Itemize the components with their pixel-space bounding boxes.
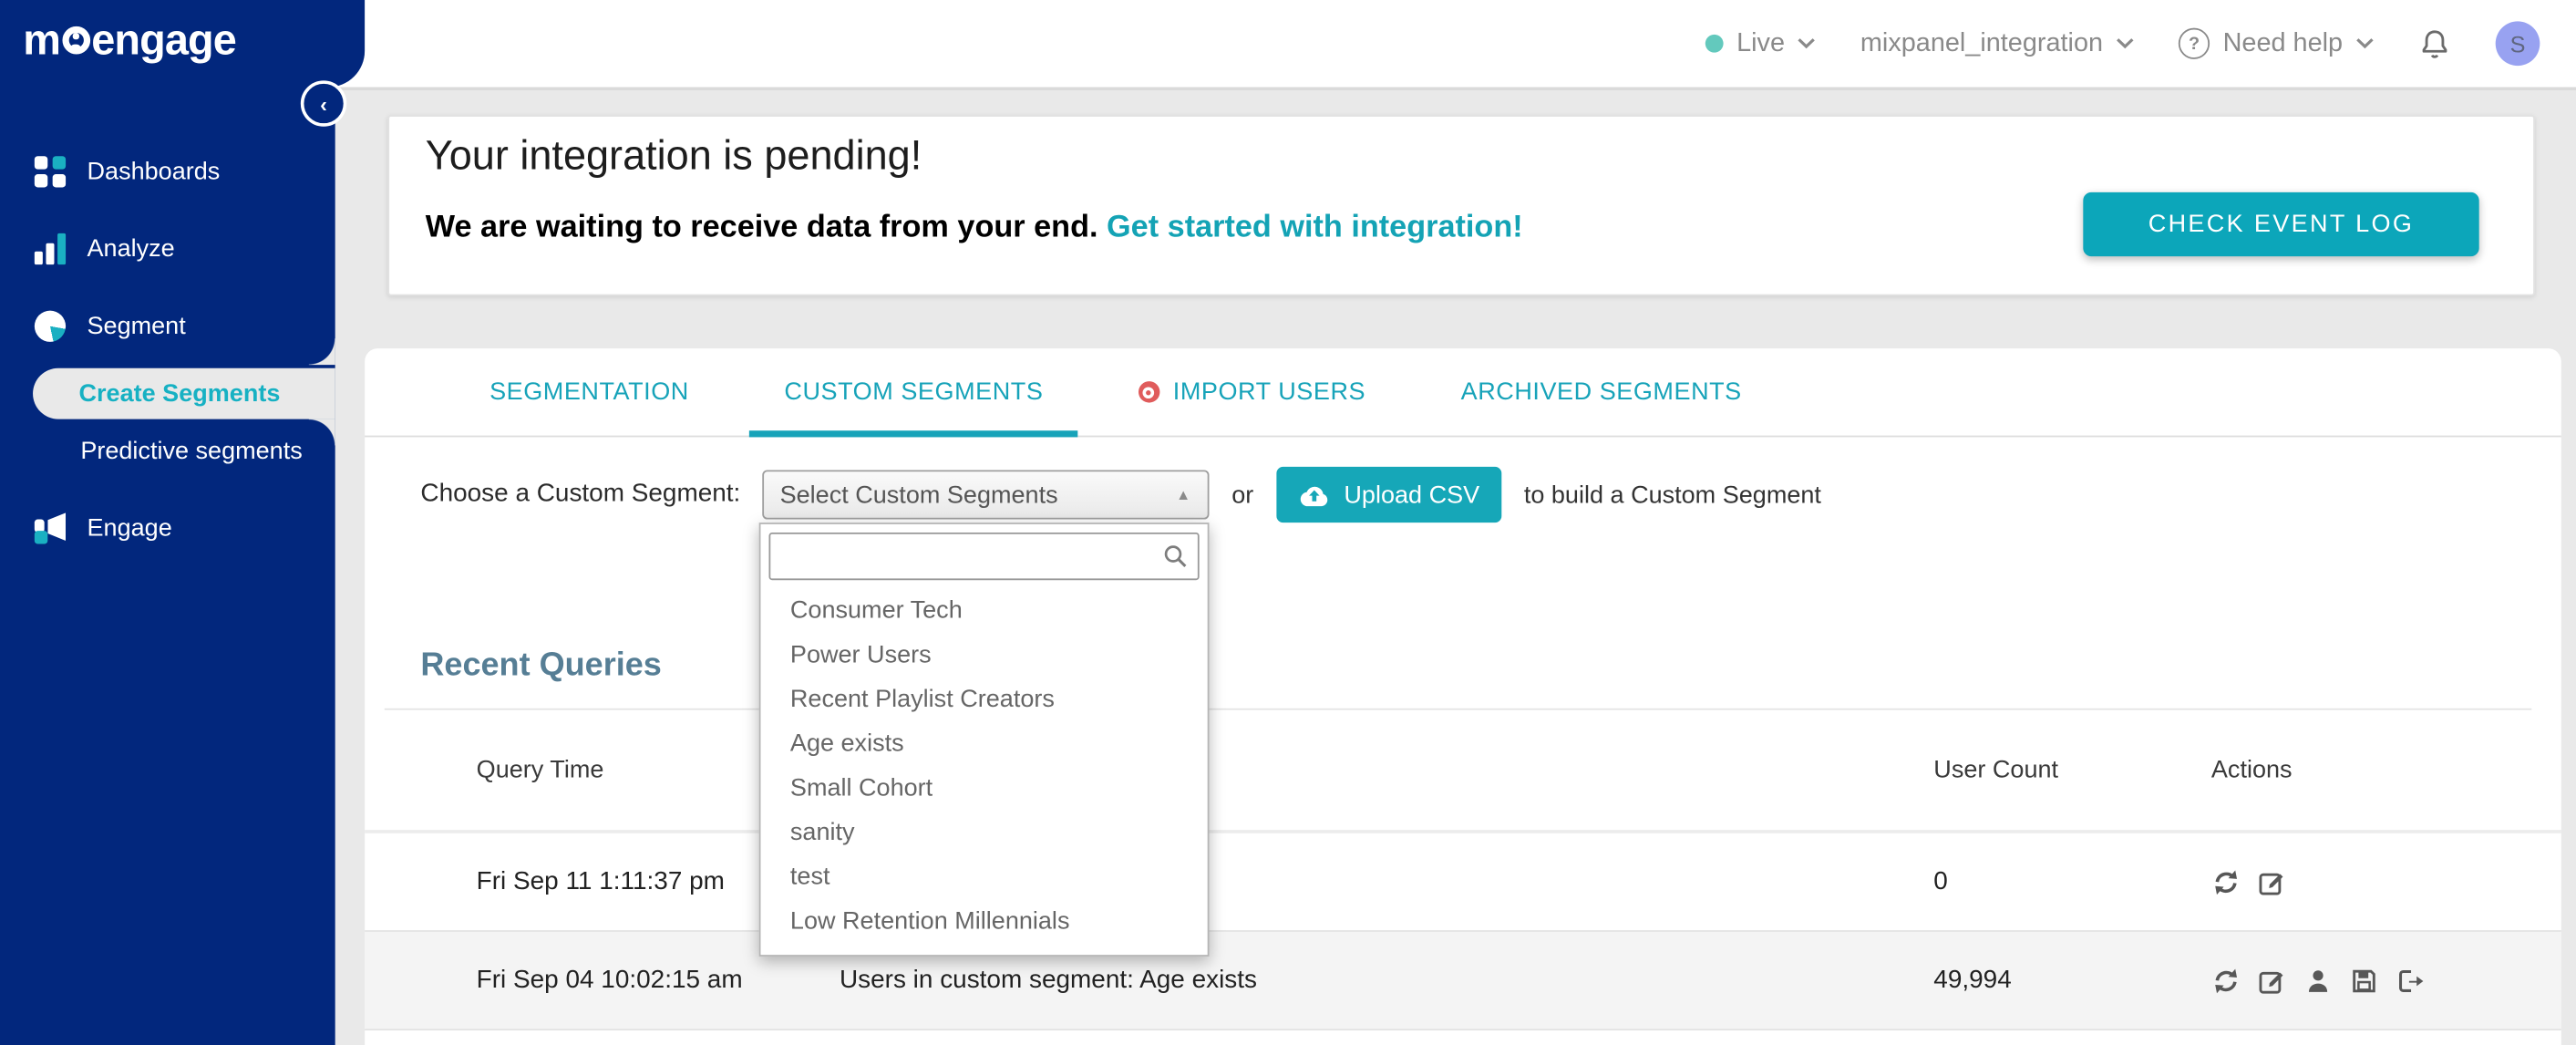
import-users-badge-icon — [1138, 381, 1160, 403]
select-value: Select Custom Segments — [779, 481, 1058, 509]
sidebar-item-engage[interactable]: Engage — [0, 490, 335, 567]
sidebar-curve-decoration — [308, 338, 335, 366]
custom-segments-select[interactable]: Select Custom Segments ▲ — [761, 470, 1209, 520]
sidebar-item-label: Segment — [87, 312, 186, 341]
dashboards-grid-icon — [34, 156, 66, 187]
edit-icon[interactable] — [2257, 867, 2286, 896]
app-root: Live mixpanel_integration ? Need help S — [0, 0, 2576, 1045]
dropdown-option[interactable]: Age exists — [760, 721, 1207, 766]
analyze-bars-icon — [34, 233, 66, 265]
query-time-cell: Fri Sep 04 10:02:15 am — [476, 965, 743, 994]
moengage-logo: m engage — [23, 15, 237, 65]
edit-icon[interactable] — [2257, 966, 2286, 995]
or-text: or — [1231, 481, 1254, 509]
refresh-icon[interactable] — [2211, 966, 2241, 995]
dropdown-option[interactable]: Recent Playlist Creators — [760, 678, 1207, 722]
table-header-row: Query Time User Count Actions — [365, 710, 2561, 833]
picker-suffix-text: to build a Custom Segment — [1523, 481, 1821, 509]
dropdown-option[interactable]: sanity — [760, 811, 1207, 855]
export-icon[interactable] — [2396, 966, 2425, 995]
dropdown-option[interactable]: Power Users — [760, 633, 1207, 678]
banner-title: Your integration is pending! — [425, 132, 922, 180]
check-event-log-button[interactable]: CHECK EVENT LOG — [2083, 191, 2479, 257]
tab-bar: SEGMENTATION CUSTOM SEGMENTS IMPORT USER… — [365, 348, 2561, 438]
workspace-switcher[interactable]: mixpanel_integration — [1860, 29, 2134, 58]
top-bar: Live mixpanel_integration ? Need help S — [0, 0, 2576, 91]
get-started-link[interactable]: Get started with integration! — [1107, 211, 1523, 245]
chevron-down-icon — [1798, 38, 1816, 49]
user-count-cell: 0 — [1933, 866, 1948, 895]
dropdown-search-input[interactable] — [768, 532, 1200, 581]
dropdown-option[interactable]: test — [760, 854, 1207, 899]
sidebar-item-label: Predictive segments — [80, 436, 303, 465]
sidebar-item-predictive-segments[interactable]: Predictive segments — [0, 419, 335, 481]
user-icon[interactable] — [2303, 966, 2333, 995]
sidebar-nav: Dashboards Analyze Segment Create Segmen… — [0, 133, 335, 567]
sidebar: m engage ‹ Dashboards Analyze Segment Cre… — [0, 0, 366, 1045]
refresh-icon[interactable] — [2211, 867, 2241, 896]
sidebar-item-analyze[interactable]: Analyze — [0, 211, 335, 288]
sidebar-item-create-segments[interactable]: Create Segments — [33, 367, 335, 419]
notifications-bell-icon[interactable] — [2418, 27, 2451, 60]
recent-queries-heading: Recent Queries — [420, 647, 662, 684]
custom-segment-picker-row: Choose a Custom Segment: Select Custom S… — [420, 466, 1821, 523]
integration-pending-banner: Your integration is pending! We are wait… — [387, 115, 2535, 296]
sidebar-item-label: Analyze — [87, 234, 175, 264]
help-menu[interactable]: ? Need help — [2178, 27, 2374, 59]
picker-label: Choose a Custom Segment: — [420, 480, 741, 508]
dropdown-options: Consumer Tech Power Users Recent Playlis… — [760, 588, 1207, 943]
sidebar-item-label: Dashboards — [87, 158, 221, 186]
user-avatar[interactable]: S — [2495, 21, 2540, 67]
sidebar-item-label: Engage — [87, 514, 172, 543]
cloud-upload-icon — [1300, 485, 1328, 506]
sidebar-collapse-button[interactable]: ‹ — [300, 80, 347, 127]
triangle-up-icon: ▲ — [1176, 486, 1191, 503]
save-icon[interactable] — [2349, 966, 2378, 995]
tab-segmentation[interactable]: SEGMENTATION — [455, 348, 723, 436]
segment-pie-icon — [34, 310, 67, 342]
query-cell: Users in custom segment: Age exists — [839, 965, 1258, 994]
upload-csv-button[interactable]: Upload CSV — [1276, 466, 1501, 523]
sidebar-item-label: Create Segments — [78, 379, 281, 408]
chevron-down-icon — [2117, 38, 2134, 49]
column-header-actions: Actions — [2210, 756, 2293, 784]
sidebar-curve-decoration — [308, 419, 335, 446]
tab-archived-segments[interactable]: ARCHIVED SEGMENTS — [1427, 348, 1777, 436]
question-circle-icon: ? — [2178, 27, 2210, 59]
recent-queries-table: Query Time User Count Actions Fri Sep 11… — [365, 710, 2561, 1031]
search-icon — [1164, 545, 1187, 567]
live-status-dot-icon — [1705, 34, 1724, 53]
banner-message: We are waiting to receive data from your… — [425, 210, 1523, 245]
sidebar-item-segment[interactable]: Segment — [0, 287, 335, 365]
tab-import-users[interactable]: IMPORT USERS — [1104, 348, 1400, 436]
dropdown-option[interactable]: Small Cohort — [760, 766, 1207, 811]
tab-custom-segments[interactable]: CUSTOM SEGMENTS — [749, 348, 1078, 438]
engage-megaphone-icon — [34, 512, 67, 544]
actions-cell — [2211, 867, 2561, 896]
user-count-cell: 49,994 — [1933, 965, 2012, 994]
chevron-down-icon — [2356, 38, 2374, 49]
actions-cell — [2211, 966, 2561, 995]
environment-label: Live — [1736, 28, 1786, 57]
dropdown-option[interactable]: Consumer Tech — [760, 588, 1207, 633]
custom-segments-dropdown: Consumer Tech Power Users Recent Playlis… — [758, 522, 1210, 957]
column-header-user-count: User Count — [1933, 756, 2059, 784]
workspace-name: mixpanel_integration — [1860, 28, 2104, 57]
table-row: Fri Sep 11 1:11:37 pm 0 — [365, 833, 2561, 932]
dropdown-option[interactable]: Low Retention Millennials — [760, 899, 1207, 944]
dropdown-search — [768, 532, 1200, 581]
environment-switcher[interactable]: Live — [1705, 29, 1816, 58]
avatar-initial: S — [2509, 30, 2526, 57]
logo-o-person-icon — [61, 26, 90, 55]
help-label: Need help — [2222, 28, 2344, 57]
main-panel: SEGMENTATION CUSTOM SEGMENTS IMPORT USER… — [365, 348, 2561, 1045]
sidebar-header: m engage — [0, 0, 366, 88]
sidebar-item-dashboards[interactable]: Dashboards — [0, 133, 335, 211]
table-row: Fri Sep 04 10:02:15 am Users in custom s… — [365, 931, 2561, 1031]
